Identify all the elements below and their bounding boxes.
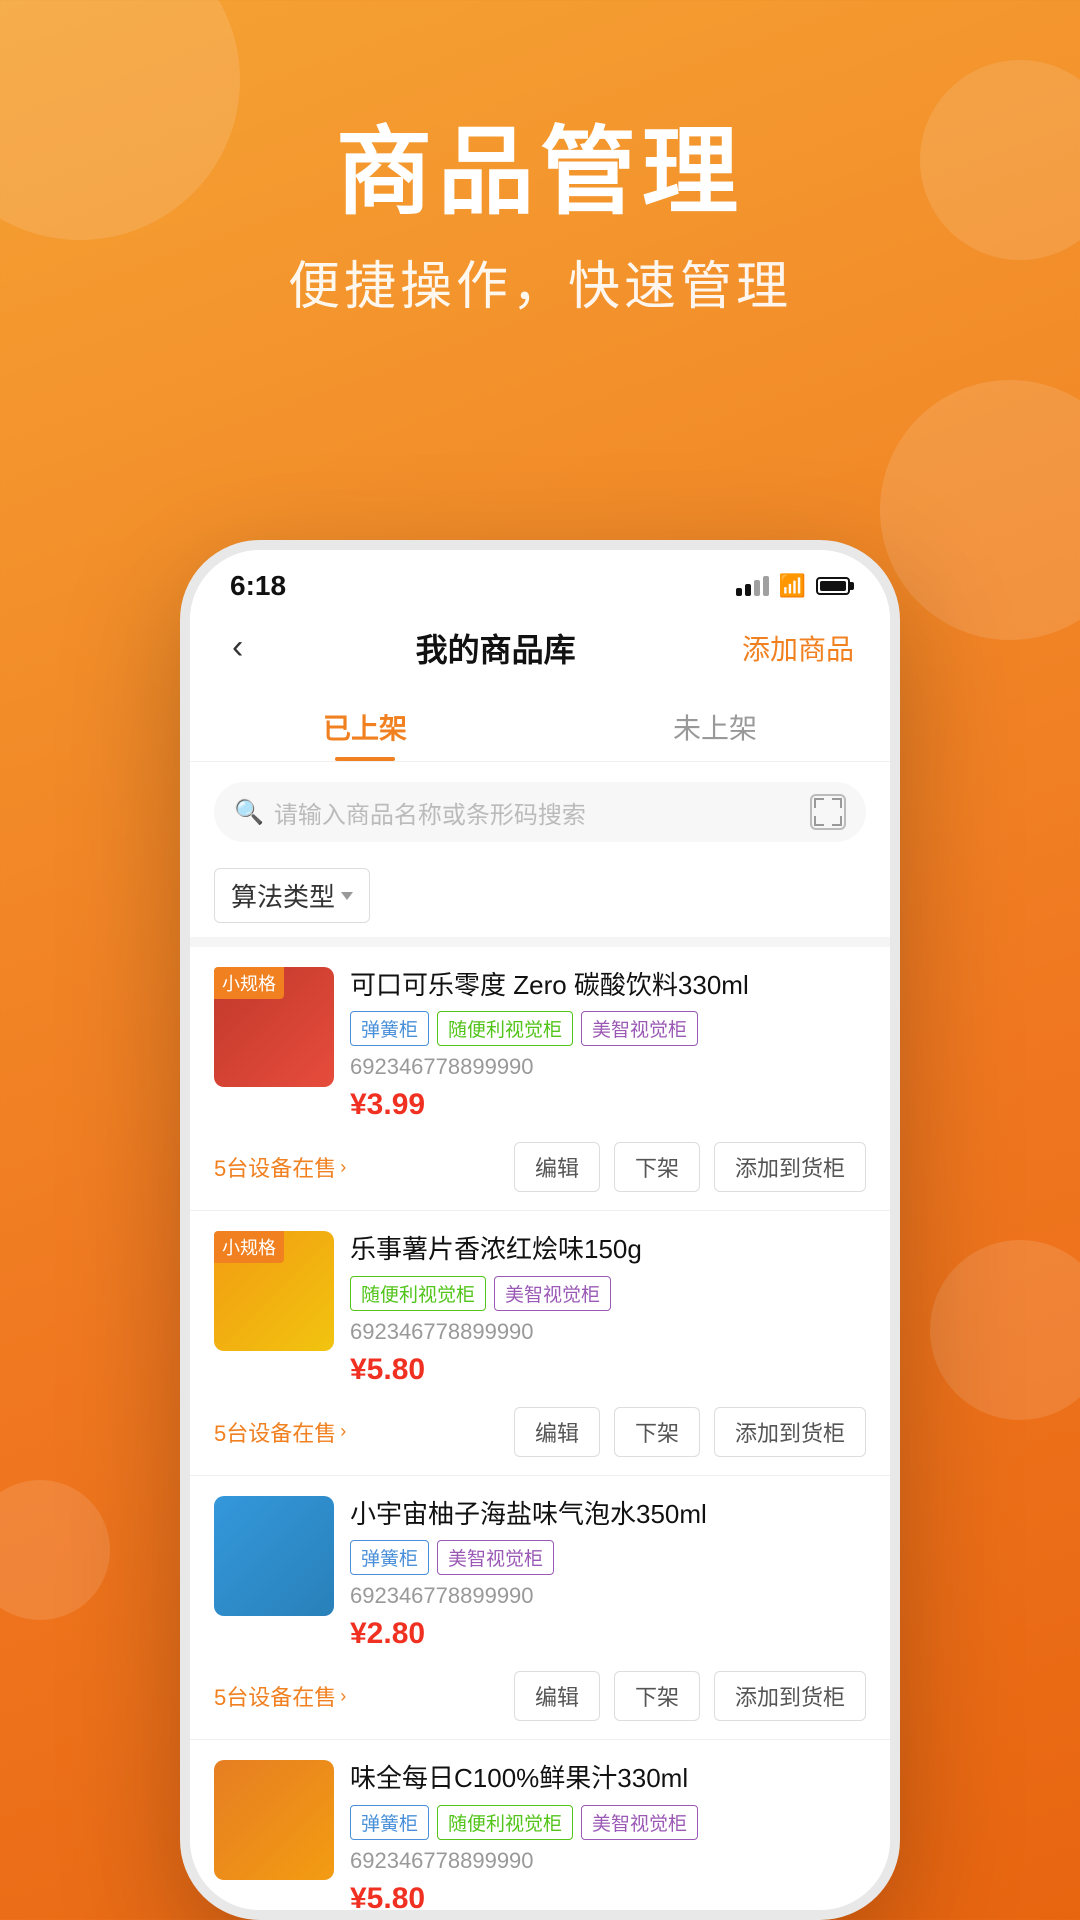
nav-title: 我的商品库 (416, 625, 576, 671)
add-product-button[interactable]: 添加商品 (742, 628, 854, 668)
product-name: 味全每日C100%鲜果汁330ml (350, 1760, 866, 1796)
action-buttons: 编辑 下架 添加到货柜 (514, 1671, 866, 1721)
action-buttons: 编辑 下架 添加到货柜 (514, 1142, 866, 1192)
product-info: 味全每日C100%鲜果汁330ml 弹簧柜 随便利视觉柜 美智视觉柜 69234… (350, 1760, 866, 1920)
chevron-right-icon: › (340, 1157, 346, 1178)
page-subtitle: 便捷操作，快速管理 (0, 244, 1080, 319)
product-price: ¥5.80 (350, 1882, 866, 1916)
product-price: ¥2.80 (350, 1617, 866, 1651)
product-item: 小规格 可口可乐零度 Zero 碳酸饮料330ml 弹簧柜 随便利视觉柜 美智视… (190, 947, 890, 1211)
tab-on-shelf[interactable]: 已上架 (190, 689, 540, 761)
product-name: 小宇宙柚子海盐味气泡水350ml (350, 1496, 866, 1532)
scan-icon[interactable] (810, 794, 846, 830)
product-sku: 692346778899990 (350, 1054, 866, 1080)
product-item: 小宇宙柚子海盐味气泡水350ml 弹簧柜 美智视觉柜 6923467788999… (190, 1476, 890, 1740)
delist-button[interactable]: 下架 (614, 1407, 700, 1457)
product-image (214, 1760, 334, 1880)
devices-count: 5台设备在售 › (214, 1151, 346, 1183)
product-footer: 5台设备在售 › 编辑 下架 添加到货柜 (214, 1671, 866, 1721)
phone-mockup: 6:18 📶 ‹ 我的商品库 添加商品 已 (180, 540, 900, 1920)
back-button[interactable]: ‹ (226, 622, 249, 673)
tabs-bar: 已上架 未上架 (190, 689, 890, 762)
bg-circle-3 (880, 380, 1080, 640)
nav-bar: ‹ 我的商品库 添加商品 (190, 612, 890, 689)
product-image-wrap: 小规格 (214, 967, 334, 1132)
product-labels: 弹簧柜 随便利视觉柜 美智视觉柜 (350, 1805, 866, 1840)
product-labels: 弹簧柜 美智视觉柜 (350, 1540, 866, 1575)
devices-count: 5台设备在售 › (214, 1416, 346, 1448)
search-input[interactable]: 请输入商品名称或条形码搜索 (274, 795, 800, 830)
product-label-green: 随便利视觉柜 (350, 1276, 486, 1311)
product-footer: 5台设备在售 › 编辑 下架 添加到货柜 (214, 1407, 866, 1457)
bg-circle-4 (930, 1240, 1080, 1420)
product-label-blue: 弹簧柜 (350, 1805, 429, 1840)
product-image (214, 1496, 334, 1616)
search-icon: 🔍 (234, 798, 264, 827)
page-title: 商品管理 (0, 120, 1080, 226)
product-label-purple: 美智视觉柜 (581, 1805, 698, 1840)
product-label-blue: 弹簧柜 (350, 1011, 429, 1046)
product-label-purple: 美智视觉柜 (437, 1540, 554, 1575)
product-label-green: 随便利视觉柜 (437, 1805, 573, 1840)
product-label-blue: 弹簧柜 (350, 1540, 429, 1575)
product-image-wrap (214, 1760, 334, 1920)
product-info: 小宇宙柚子海盐味气泡水350ml 弹簧柜 美智视觉柜 6923467788999… (350, 1496, 866, 1661)
product-price: ¥3.99 (350, 1088, 866, 1122)
bg-circle-5 (0, 1480, 110, 1620)
product-info: 乐事薯片香浓红烩味150g 随便利视觉柜 美智视觉柜 6923467788999… (350, 1231, 866, 1396)
delist-button[interactable]: 下架 (614, 1142, 700, 1192)
delist-button[interactable]: 下架 (614, 1671, 700, 1721)
product-price: ¥5.80 (350, 1353, 866, 1387)
product-label-purple: 美智视觉柜 (494, 1276, 611, 1311)
product-item: 味全每日C100%鲜果汁330ml 弹簧柜 随便利视觉柜 美智视觉柜 69234… (190, 1740, 890, 1920)
product-name: 可口可乐零度 Zero 碳酸饮料330ml (350, 967, 866, 1003)
edit-button[interactable]: 编辑 (514, 1142, 600, 1192)
phone-shell: 6:18 📶 ‹ 我的商品库 添加商品 已 (180, 540, 900, 1920)
edit-button[interactable]: 编辑 (514, 1671, 600, 1721)
status-icons: 📶 (736, 573, 850, 599)
devices-count: 5台设备在售 › (214, 1680, 346, 1712)
add-to-cabinet-button[interactable]: 添加到货柜 (714, 1671, 866, 1721)
product-sku: 692346778899990 (350, 1319, 866, 1345)
edit-button[interactable]: 编辑 (514, 1407, 600, 1457)
product-name: 乐事薯片香浓红烩味150g (350, 1231, 866, 1267)
product-footer: 5台设备在售 › 编辑 下架 添加到货柜 (214, 1142, 866, 1192)
filter-arrow-icon (341, 892, 353, 900)
product-tag: 小规格 (214, 1231, 284, 1263)
chevron-right-icon: › (340, 1686, 346, 1707)
filter-label: 算法类型 (231, 877, 335, 914)
product-label-green: 随便利视觉柜 (437, 1011, 573, 1046)
product-tag: 小规格 (214, 967, 284, 999)
product-item: 小规格 乐事薯片香浓红烩味150g 随便利视觉柜 美智视觉柜 692346778… (190, 1211, 890, 1475)
divider (190, 937, 890, 947)
action-buttons: 编辑 下架 添加到货柜 (514, 1407, 866, 1457)
product-image-wrap (214, 1496, 334, 1661)
chevron-right-icon: › (340, 1421, 346, 1442)
search-bar[interactable]: 🔍 请输入商品名称或条形码搜索 (214, 782, 866, 842)
signal-icon (736, 576, 769, 596)
status-time: 6:18 (230, 570, 286, 602)
product-image-wrap: 小规格 (214, 1231, 334, 1396)
header-section: 商品管理 便捷操作，快速管理 (0, 0, 1080, 379)
status-bar: 6:18 📶 (190, 550, 890, 612)
product-list: 小规格 可口可乐零度 Zero 碳酸饮料330ml 弹簧柜 随便利视觉柜 美智视… (190, 947, 890, 1920)
battery-icon (816, 577, 850, 595)
product-info: 可口可乐零度 Zero 碳酸饮料330ml 弹簧柜 随便利视觉柜 美智视觉柜 6… (350, 967, 866, 1132)
wifi-icon: 📶 (779, 573, 806, 599)
product-sku: 692346778899990 (350, 1583, 866, 1609)
filter-row: 算法类型 (190, 854, 890, 937)
filter-button[interactable]: 算法类型 (214, 868, 370, 923)
product-labels: 弹簧柜 随便利视觉柜 美智视觉柜 (350, 1011, 866, 1046)
tab-off-shelf[interactable]: 未上架 (540, 689, 890, 761)
product-sku: 692346778899990 (350, 1848, 866, 1874)
add-to-cabinet-button[interactable]: 添加到货柜 (714, 1407, 866, 1457)
product-labels: 随便利视觉柜 美智视觉柜 (350, 1276, 866, 1311)
product-label-purple: 美智视觉柜 (581, 1011, 698, 1046)
add-to-cabinet-button[interactable]: 添加到货柜 (714, 1142, 866, 1192)
